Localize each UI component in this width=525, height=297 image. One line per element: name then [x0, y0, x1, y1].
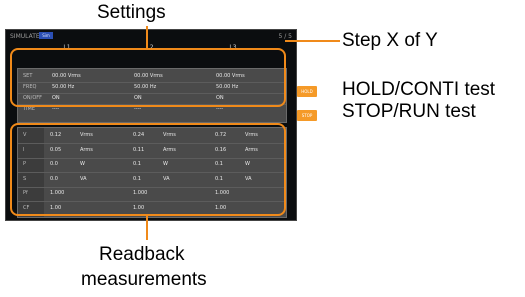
settings-highlight-frame: [10, 48, 286, 107]
hold-conti-button[interactable]: HOLD: [297, 86, 317, 97]
settings-label: Settings: [97, 2, 166, 23]
readback-label-line2: measurements: [81, 269, 207, 290]
step-leader-line: [285, 40, 340, 42]
mode-badge: Sim: [39, 32, 53, 39]
step-indicator: 5 / 5: [278, 33, 292, 40]
stop-run-button[interactable]: STOP: [297, 110, 317, 121]
hold-conti-label: HOLD/CONTI test: [342, 79, 496, 100]
readback-leader-line: [146, 216, 148, 240]
readback-label-line1: Readback: [99, 244, 185, 265]
screen-top-bar: SIMULATE Sim 5 / 5: [6, 30, 296, 42]
mode-indicator: SIMULATE: [10, 33, 40, 40]
stop-run-label: STOP/RUN test: [342, 101, 476, 122]
step-label: Step X of Y: [342, 30, 438, 51]
readback-highlight-frame: [10, 123, 286, 216]
settings-leader-line: [146, 26, 148, 48]
